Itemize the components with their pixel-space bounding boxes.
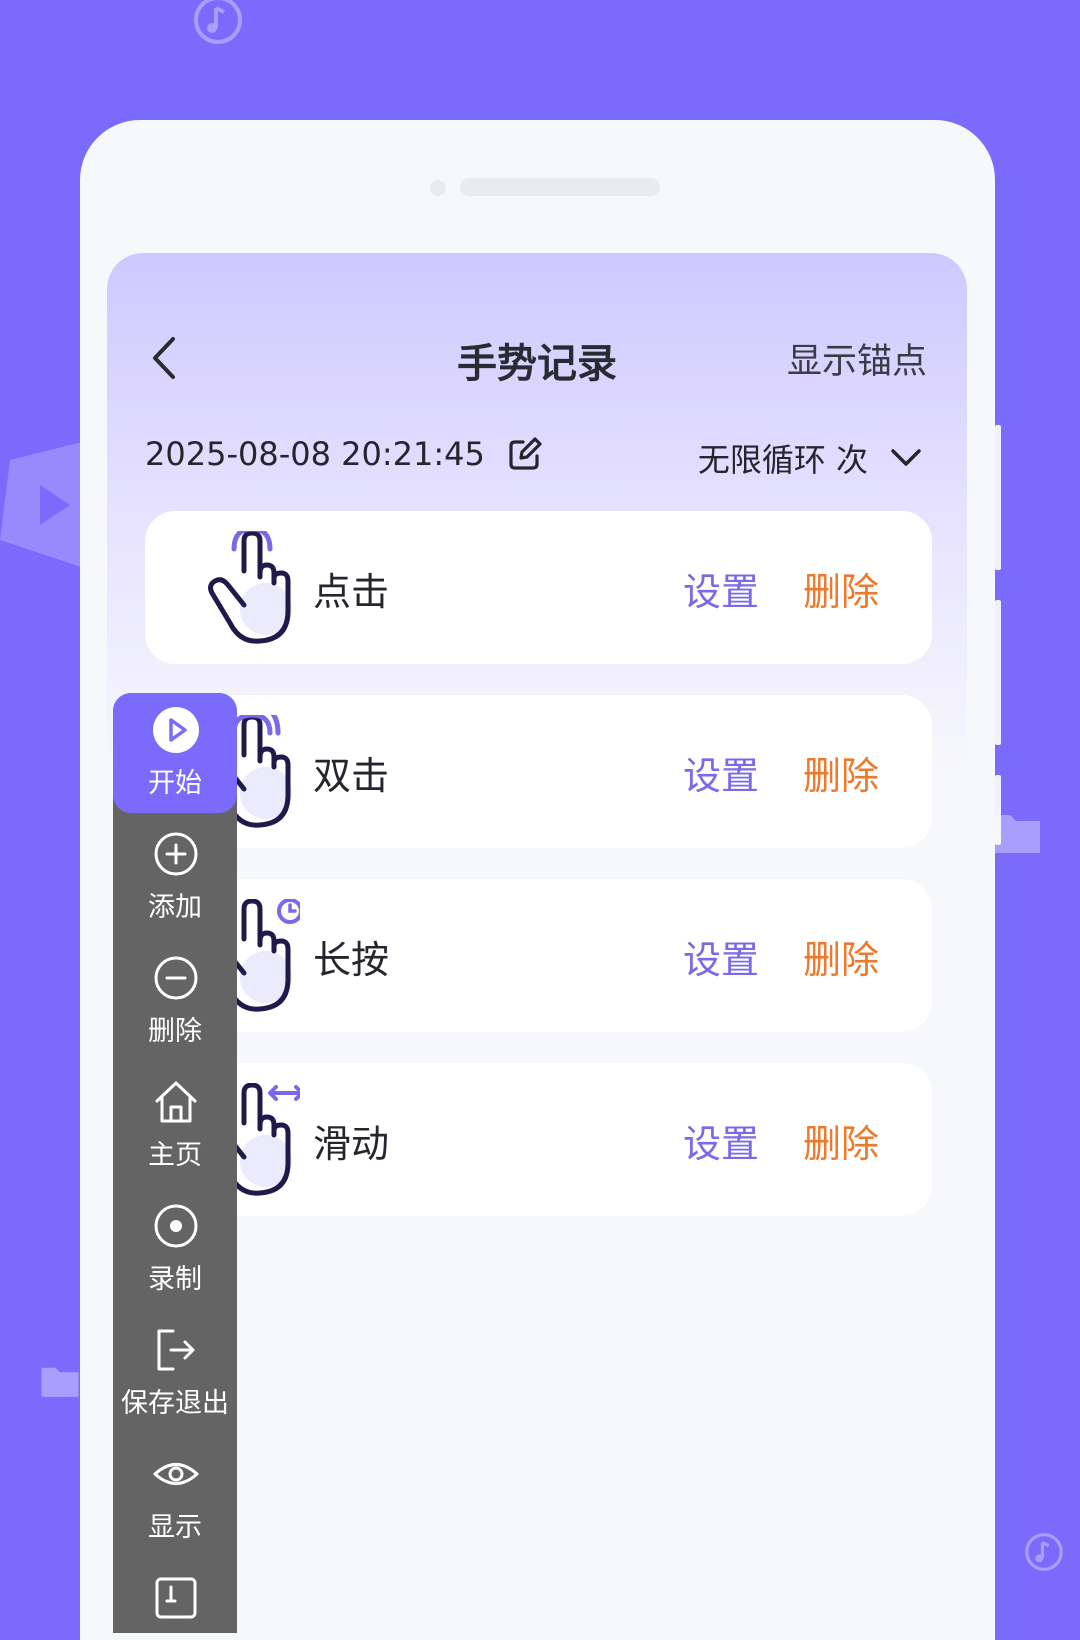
toolbar-label: 添加 — [148, 892, 202, 923]
camera-dot — [430, 180, 446, 196]
toolbar-label: 录制 — [148, 1264, 202, 1295]
record-datetime: 2025-08-08 20:21:45 — [145, 435, 485, 473]
video-icon — [0, 440, 90, 570]
phone-side-button — [995, 775, 1001, 845]
loop-label: 无限循环 次 — [697, 441, 868, 479]
phone-side-button — [995, 600, 1001, 745]
gesture-settings-button[interactable]: 设置 — [683, 929, 759, 984]
record-button[interactable]: 录制 — [113, 1189, 237, 1309]
record-datetime-row: 2025-08-08 20:21:45 — [145, 435, 543, 473]
gesture-settings-button[interactable]: 设置 — [683, 745, 759, 800]
music-note-icon — [194, 0, 242, 44]
phone-side-button — [995, 425, 1001, 570]
music-note-icon — [1025, 1533, 1063, 1571]
gesture-delete-button[interactable]: 删除 — [803, 929, 879, 984]
home-icon — [155, 1081, 197, 1123]
gesture-card-tap: 点击 设置 删除 — [145, 511, 932, 664]
gesture-label: 长按 — [313, 938, 390, 982]
record-icon — [154, 1204, 198, 1248]
gesture-delete-button[interactable]: 删除 — [803, 561, 879, 616]
speaker-bar — [460, 178, 660, 196]
gesture-card-swipe: 滑动 设置 删除 — [145, 1063, 932, 1216]
add-button[interactable]: 添加 — [113, 817, 237, 937]
minus-icon — [154, 956, 198, 1000]
gesture-settings-button[interactable]: 设置 — [683, 1113, 759, 1168]
resize-button[interactable] — [113, 1561, 237, 1633]
loop-selector[interactable]: 无限循环 次 — [698, 435, 922, 481]
gesture-card-long-press: 长按 设置 删除 — [145, 879, 932, 1032]
show-anchor-button[interactable]: 显示锚点 — [787, 333, 927, 384]
eye-icon — [153, 1463, 199, 1485]
toolbar-label: 主页 — [148, 1140, 202, 1171]
toolbar-label: 删除 — [148, 1016, 202, 1047]
play-icon — [153, 707, 199, 753]
chevron-down-icon — [891, 449, 921, 466]
resize-icon — [155, 1577, 197, 1619]
floating-toolbar: 开始 添加 删除 主页 录制 保存退出 显示 — [113, 693, 237, 1633]
gesture-settings-button[interactable]: 设置 — [683, 561, 759, 616]
toolbar-label: 开始 — [148, 768, 202, 799]
home-button[interactable]: 主页 — [113, 1065, 237, 1185]
gesture-label: 双击 — [313, 754, 390, 798]
plus-icon — [154, 832, 198, 876]
save-exit-button[interactable]: 保存退出 — [113, 1313, 237, 1433]
gesture-card-double-tap: 双击 设置 删除 — [145, 695, 932, 848]
delete-button[interactable]: 删除 — [113, 941, 237, 1061]
toolbar-label: 显示 — [148, 1512, 202, 1543]
toolbar-label: 保存退出 — [121, 1388, 229, 1419]
gesture-label: 点击 — [313, 570, 390, 614]
gesture-delete-button[interactable]: 删除 — [803, 1113, 879, 1168]
tap-gesture-icon — [208, 531, 292, 644]
edit-icon[interactable] — [507, 436, 543, 472]
start-button[interactable]: 开始 — [113, 693, 237, 813]
folder-icon — [41, 1367, 79, 1397]
gesture-label: 滑动 — [313, 1122, 390, 1166]
exit-icon — [157, 1329, 195, 1371]
gesture-delete-button[interactable]: 删除 — [803, 745, 879, 800]
show-button[interactable]: 显示 — [113, 1437, 237, 1557]
